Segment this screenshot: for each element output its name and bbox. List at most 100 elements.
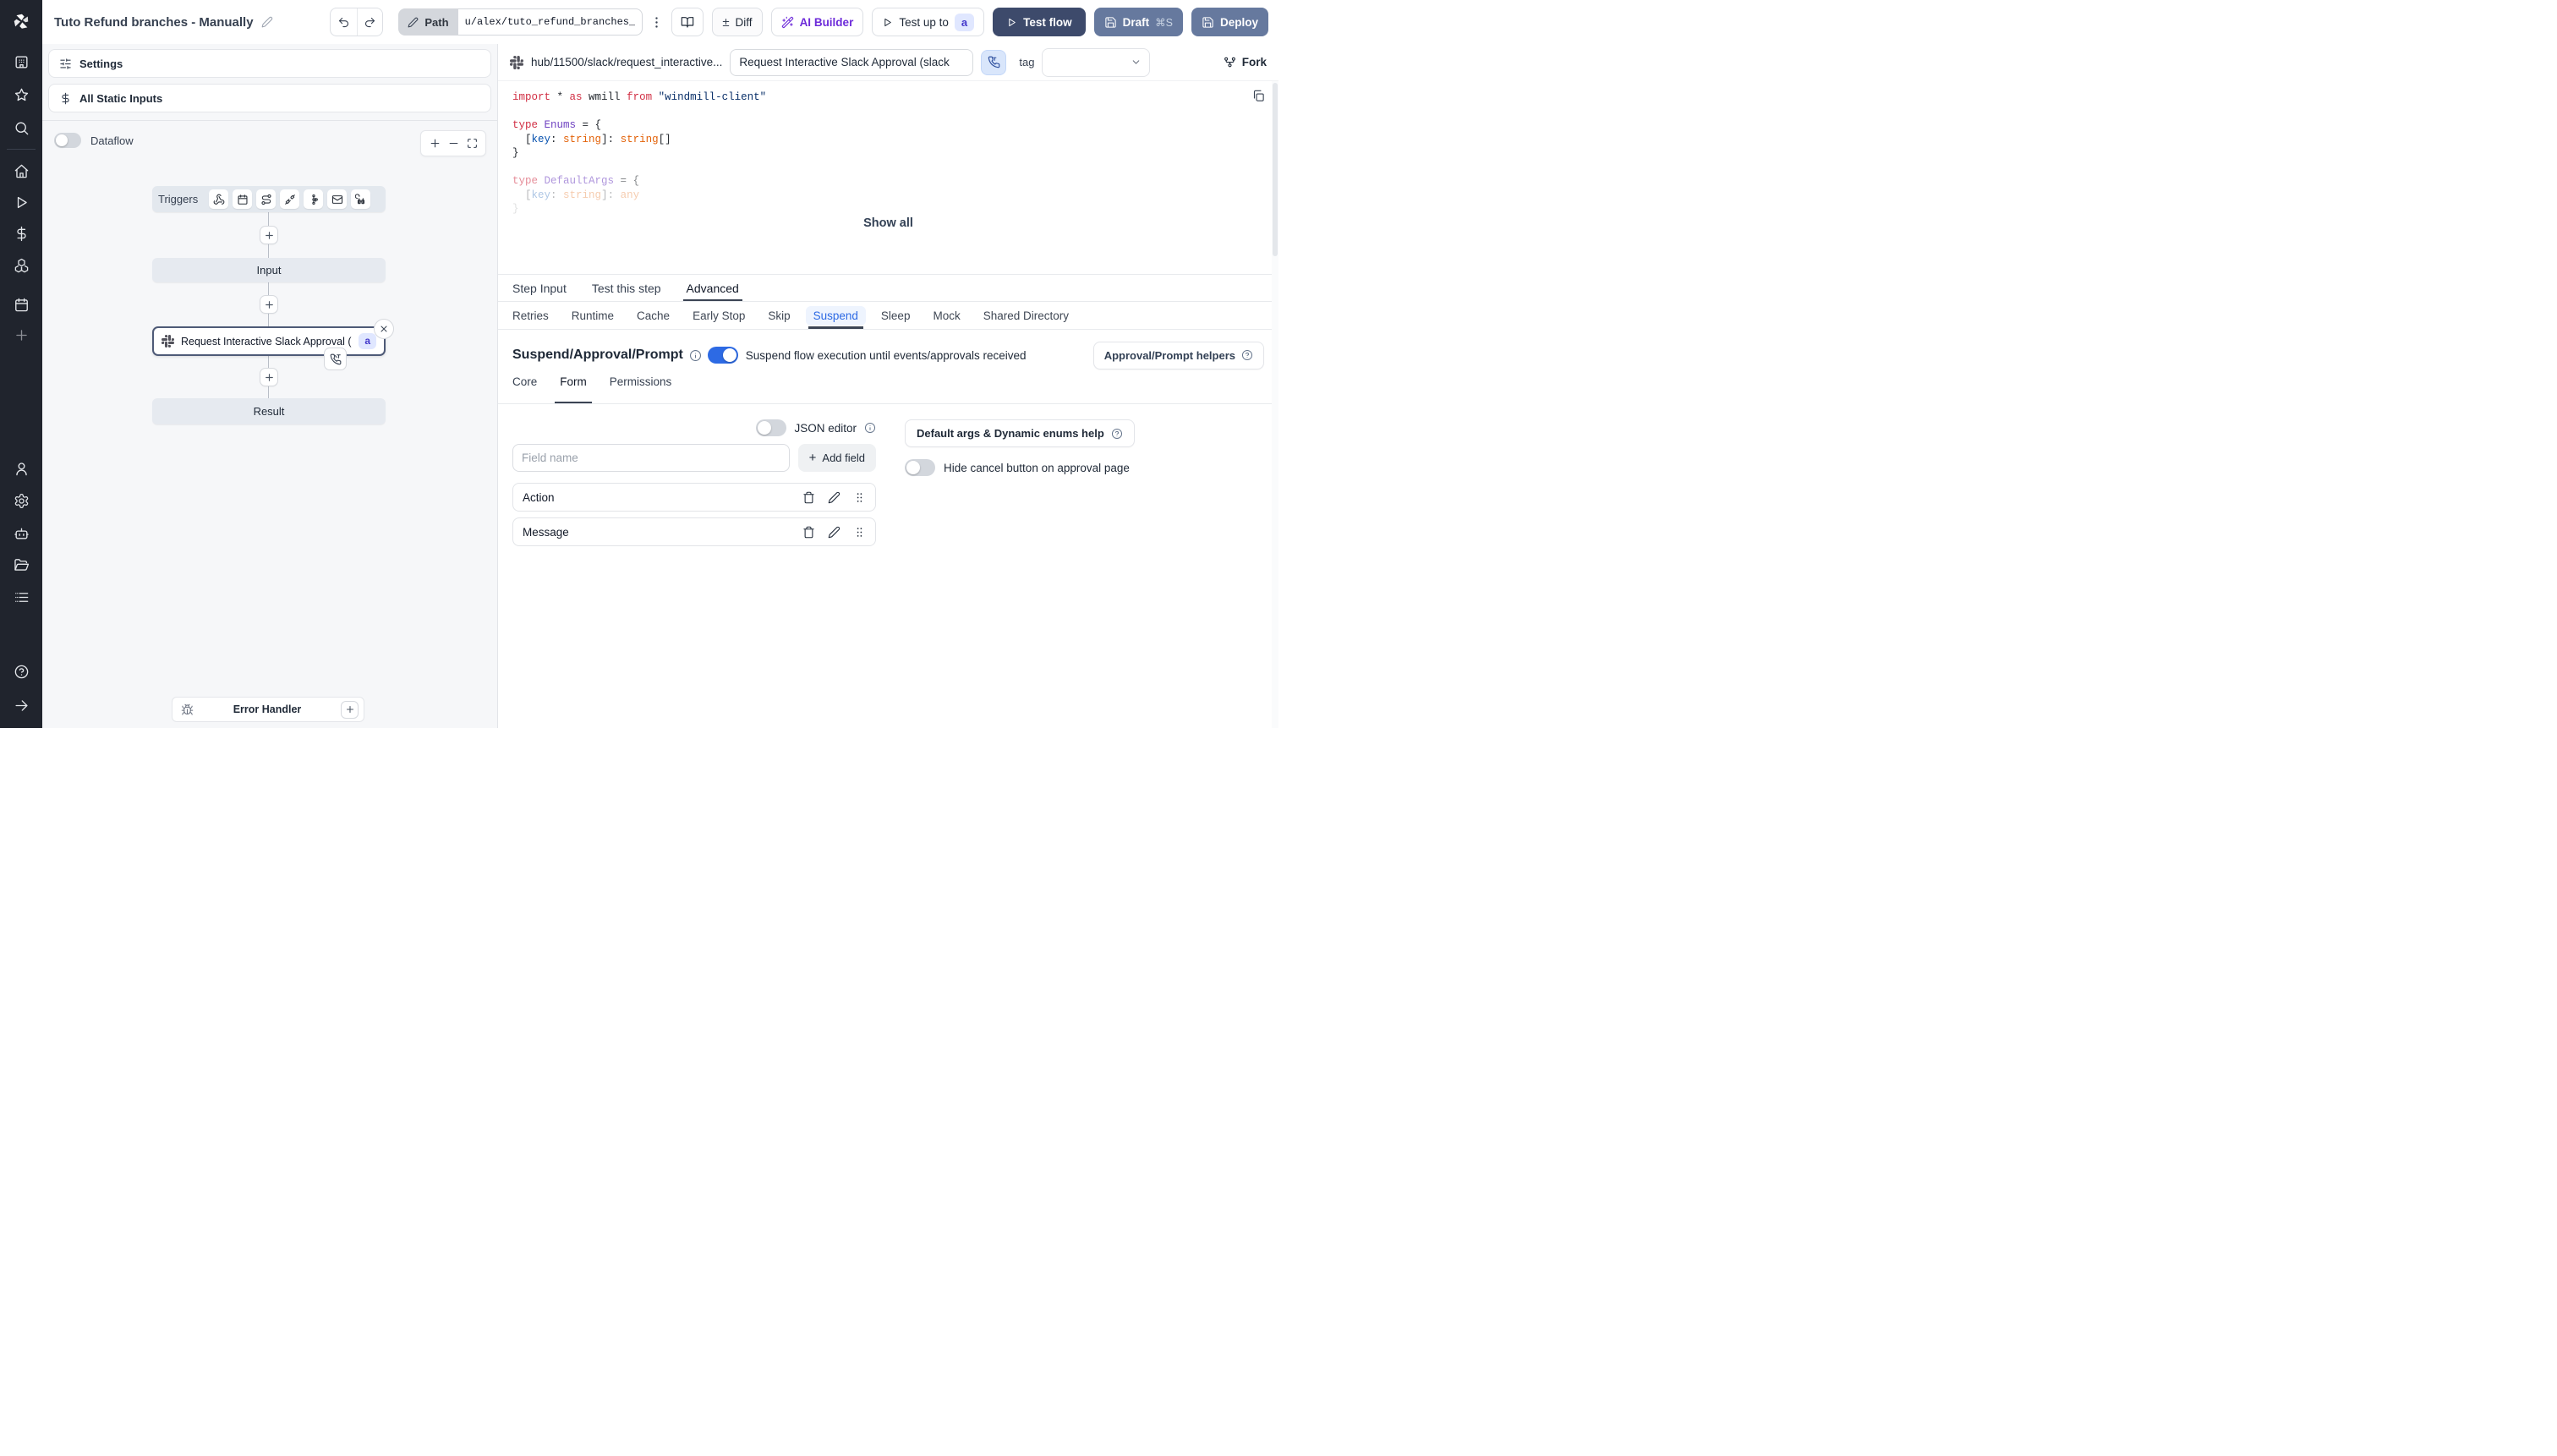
slack-approval-step-node[interactable]: Request Interactive Slack Approval (... … (152, 319, 394, 370)
suspend-enable-toggle[interactable] (707, 347, 738, 364)
form-fields-column: JSON editor + Add field Action (512, 419, 876, 546)
undo-button[interactable] (331, 8, 357, 36)
subtab-runtime[interactable]: Runtime (572, 302, 614, 329)
path-pill[interactable]: Path (398, 8, 458, 36)
dataflow-toggle[interactable] (54, 133, 81, 148)
more-options-kebab-icon[interactable] (649, 15, 665, 30)
drag-field-grip-icon[interactable] (853, 491, 866, 504)
schedules-calendar-icon[interactable] (7, 292, 36, 317)
variables-dollar-icon[interactable] (7, 221, 36, 246)
edit-title-pencil-icon[interactable] (261, 16, 273, 28)
field-row-action[interactable]: Action (512, 483, 876, 512)
path-input[interactable] (457, 8, 643, 36)
fit-view-icon[interactable] (467, 138, 478, 149)
add-step-button[interactable] (260, 368, 278, 386)
form-options-column: Default args & Dynamic enums help Hide c… (905, 419, 1135, 546)
hub-script-path[interactable]: hub/11500/slack/request_interactive... (531, 56, 722, 68)
edit-field-pencil-icon[interactable] (828, 491, 840, 504)
test-flow-button[interactable]: Test flow (993, 8, 1086, 36)
webhook-trigger-icon[interactable] (209, 189, 229, 209)
approval-prompt-helpers-button[interactable]: Approval/Prompt helpers (1092, 341, 1264, 369)
runs-play-icon[interactable] (7, 189, 36, 215)
resources-boxes-icon[interactable] (7, 252, 36, 277)
subtab-early-stop[interactable]: Early Stop (693, 302, 745, 329)
edit-field-pencil-icon[interactable] (828, 526, 840, 539)
collapse-arrow-icon[interactable] (7, 692, 36, 718)
path-pencil-icon (408, 17, 419, 27)
triggers-bar[interactable]: Triggers (152, 186, 386, 212)
zoom-in-icon[interactable] (430, 138, 441, 149)
create-plus-icon[interactable] (7, 322, 36, 348)
input-node[interactable]: Input (152, 258, 386, 282)
itab-core[interactable]: Core (512, 375, 537, 398)
tab-step-input[interactable]: Step Input (512, 275, 567, 301)
websocket-plug-trigger-icon[interactable] (280, 189, 300, 209)
tab-advanced[interactable]: Advanced (682, 275, 743, 301)
docs-book-button[interactable] (671, 8, 704, 36)
delete-step-x-button[interactable] (374, 319, 394, 339)
home-icon[interactable] (7, 158, 36, 183)
schedule-trigger-icon[interactable] (233, 189, 253, 209)
redo-button[interactable] (356, 8, 383, 36)
workspace-icon[interactable] (7, 49, 36, 74)
user-icon[interactable] (7, 456, 36, 481)
add-step-button[interactable] (260, 295, 278, 314)
default-args-help-button[interactable]: Default args & Dynamic enums help (905, 419, 1135, 447)
suspend-phone-badge-icon[interactable] (324, 348, 347, 370)
fork-button[interactable]: Fork (1224, 56, 1267, 68)
windmill-logo-icon[interactable] (0, 0, 42, 42)
tag-select[interactable] (1042, 47, 1151, 77)
test-up-to-button[interactable]: Test up to a (872, 8, 985, 36)
ai-builder-button[interactable]: AI Builder (770, 8, 864, 36)
subtab-sleep[interactable]: Sleep (881, 302, 911, 329)
field-label: Action (523, 490, 555, 504)
subtab-retries[interactable]: Retries (512, 302, 549, 329)
step-name-input[interactable] (730, 48, 974, 76)
all-static-inputs-button[interactable]: All Static Inputs (48, 84, 491, 112)
info-icon[interactable] (864, 422, 876, 434)
hide-cancel-toggle[interactable] (905, 459, 935, 476)
deploy-button[interactable]: Deploy (1191, 8, 1268, 36)
folders-icon[interactable] (7, 552, 36, 577)
scrollbar[interactable] (1272, 81, 1278, 728)
subtab-shared-directory[interactable]: Shared Directory (983, 302, 1069, 329)
subtab-skip[interactable]: Skip (768, 302, 790, 329)
json-editor-toggle[interactable] (756, 419, 787, 436)
add-step-button[interactable] (260, 226, 278, 244)
error-handler-node[interactable]: Error Handler (172, 697, 364, 722)
drag-field-grip-icon[interactable] (853, 526, 866, 539)
logs-list-icon[interactable] (7, 584, 36, 610)
tab-test-this-step[interactable]: Test this step (592, 275, 661, 301)
copy-code-icon[interactable] (1252, 90, 1265, 107)
draft-button[interactable]: Draft ⌘S (1093, 8, 1183, 36)
subtab-suspend[interactable]: Suspend (805, 302, 866, 329)
delete-field-trash-icon[interactable] (802, 526, 815, 539)
code-preview[interactable]: import * as wmill from "windmill-client"… (498, 81, 1278, 215)
result-node[interactable]: Result (152, 398, 386, 424)
scheduled-poll-trigger-icon[interactable] (351, 189, 371, 209)
subtab-cache[interactable]: Cache (637, 302, 670, 329)
search-icon[interactable] (7, 115, 36, 140)
info-icon[interactable] (689, 349, 702, 362)
flow-settings-button[interactable]: Settings (48, 49, 491, 78)
delete-field-trash-icon[interactable] (802, 491, 815, 504)
suspend-phone-toggle-button[interactable] (981, 49, 1007, 75)
diff-button[interactable]: ± Diff (712, 8, 763, 36)
zoom-out-icon[interactable] (448, 138, 459, 149)
ai-robot-icon[interactable] (7, 520, 36, 545)
email-trigger-icon[interactable] (327, 189, 348, 209)
play-icon (1009, 18, 1016, 26)
help-icon[interactable] (7, 659, 36, 684)
settings-gear-icon[interactable] (7, 488, 36, 513)
subtab-mock[interactable]: Mock (933, 302, 960, 329)
itab-permissions[interactable]: Permissions (610, 375, 672, 398)
itab-form[interactable]: Form (555, 375, 592, 403)
slack-icon (162, 335, 174, 348)
kafka-trigger-icon[interactable] (304, 189, 324, 209)
field-name-input[interactable] (512, 444, 790, 472)
favorites-star-icon[interactable] (7, 82, 36, 107)
field-row-message[interactable]: Message (512, 517, 876, 546)
add-field-button[interactable]: + Add field (797, 444, 876, 472)
add-error-handler-button[interactable] (341, 700, 359, 719)
http-route-trigger-icon[interactable] (256, 189, 277, 209)
